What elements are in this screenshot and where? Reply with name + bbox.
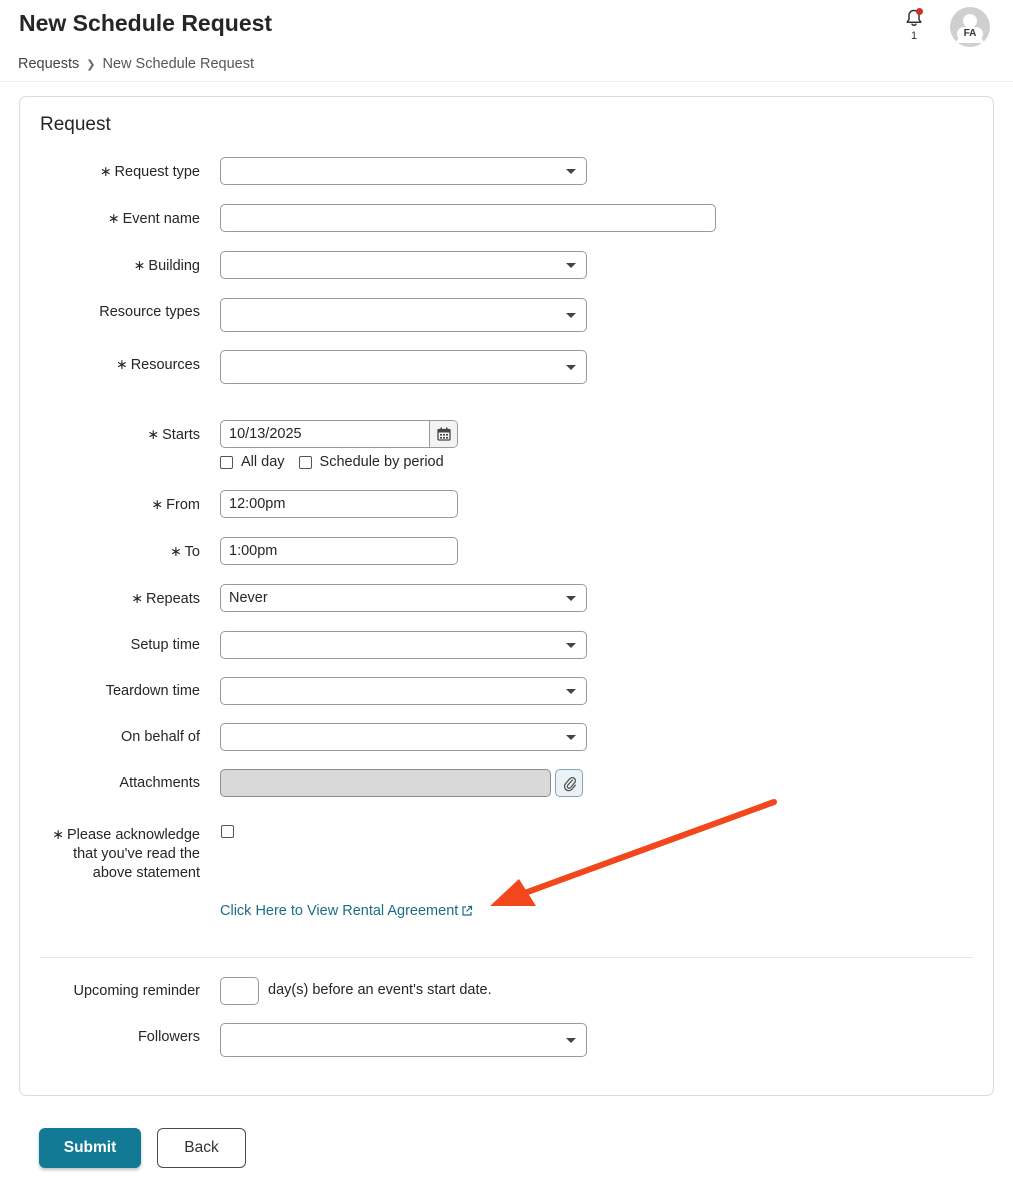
acknowledge-checkbox[interactable] <box>221 825 234 838</box>
resource-types-label: Resource types <box>99 304 200 320</box>
required-marker: ∗ <box>52 826 64 842</box>
caret-down-icon <box>566 735 576 740</box>
from-label: ∗ From <box>151 496 200 513</box>
building-label: ∗ Building <box>133 257 200 274</box>
upcoming-reminder-input[interactable] <box>220 977 259 1005</box>
caret-down-icon <box>566 169 576 174</box>
request-type-label: ∗ Request type <box>99 163 200 180</box>
repeats-select[interactable]: Never <box>220 584 587 612</box>
resources-select[interactable] <box>220 350 587 384</box>
all-day-checkbox[interactable] <box>220 455 233 469</box>
notification-count: 1 <box>910 30 918 42</box>
starts-label: ∗ Starts <box>147 426 200 443</box>
back-button[interactable]: Back <box>157 1128 246 1168</box>
chevron-right-icon: ❯ <box>86 58 96 71</box>
notifications-button[interactable]: 1 <box>902 8 926 42</box>
to-label: ∗ To <box>169 543 200 560</box>
required-marker: ∗ <box>99 163 112 179</box>
acknowledge-label: ∗ Please acknowledge that you've read the… <box>52 826 200 881</box>
to-time-input[interactable]: 1:00pm <box>220 537 458 565</box>
breadcrumb: Requests ❯ New Schedule Request <box>18 56 254 72</box>
teardown-time-label: Teardown time <box>105 683 200 699</box>
on-behalf-of-select[interactable] <box>220 723 587 751</box>
from-time-input[interactable]: 12:00pm <box>220 490 458 518</box>
attachments-field[interactable] <box>220 769 551 797</box>
setup-time-label: Setup time <box>130 637 200 653</box>
calendar-icon <box>437 427 451 441</box>
rental-agreement-link[interactable]: Click Here to View Rental Agreement <box>220 903 473 919</box>
section-divider <box>40 957 973 958</box>
resource-types-select[interactable] <box>220 298 587 332</box>
section-title: Request <box>40 114 111 135</box>
starts-options: All day Schedule by period <box>220 454 458 470</box>
request-type-select[interactable] <box>220 157 587 185</box>
caret-down-icon <box>566 263 576 268</box>
caret-down-icon <box>566 596 576 601</box>
request-form-card: Request ∗ Request type ∗ Event name ∗ Build… <box>19 96 994 1096</box>
resources-label: ∗ Resources <box>115 356 200 373</box>
submit-button[interactable]: Submit <box>39 1128 141 1168</box>
header-divider <box>0 81 1013 82</box>
starts-date-input[interactable]: 10/13/2025 <box>220 420 458 448</box>
notification-badge-dot <box>916 8 923 15</box>
paperclip-icon <box>563 776 577 792</box>
caret-down-icon <box>566 643 576 648</box>
on-behalf-of-label: On behalf of <box>121 729 200 745</box>
breadcrumb-link-requests[interactable]: Requests <box>18 56 79 72</box>
event-name-input[interactable] <box>220 204 716 232</box>
upcoming-reminder-suffix: day(s) before an event's start date. <box>268 982 492 998</box>
required-marker: ∗ <box>115 356 128 372</box>
schedule-by-period-label: Schedule by period <box>319 454 444 470</box>
caret-down-icon <box>566 313 576 318</box>
schedule-by-period-checkbox[interactable] <box>298 455 312 469</box>
caret-down-icon <box>566 689 576 694</box>
required-marker: ∗ <box>147 426 160 442</box>
required-marker: ∗ <box>151 496 164 512</box>
calendar-button[interactable] <box>429 421 457 447</box>
required-marker: ∗ <box>169 543 182 559</box>
building-select[interactable] <box>220 251 587 279</box>
setup-time-select[interactable] <box>220 631 587 659</box>
external-link-icon <box>462 905 473 916</box>
user-initials: FA <box>957 27 983 41</box>
repeats-label: ∗ Repeats <box>131 590 200 607</box>
breadcrumb-current: New Schedule Request <box>102 56 255 72</box>
attachments-label: Attachments <box>119 775 200 791</box>
event-name-label: ∗ Event name <box>107 210 200 227</box>
required-marker: ∗ <box>131 590 143 606</box>
all-day-label: All day <box>241 454 285 470</box>
teardown-time-select[interactable] <box>220 677 587 705</box>
page-title: New Schedule Request <box>19 10 273 36</box>
upcoming-reminder-label: Upcoming reminder <box>73 983 200 999</box>
required-marker: ∗ <box>133 257 146 273</box>
caret-down-icon <box>566 1038 576 1043</box>
attach-file-button[interactable] <box>555 769 583 797</box>
caret-down-icon <box>566 365 576 370</box>
required-marker: ∗ <box>107 210 120 226</box>
followers-select[interactable] <box>220 1023 587 1057</box>
user-avatar[interactable]: FA <box>950 7 990 47</box>
followers-label: Followers <box>137 1029 200 1045</box>
